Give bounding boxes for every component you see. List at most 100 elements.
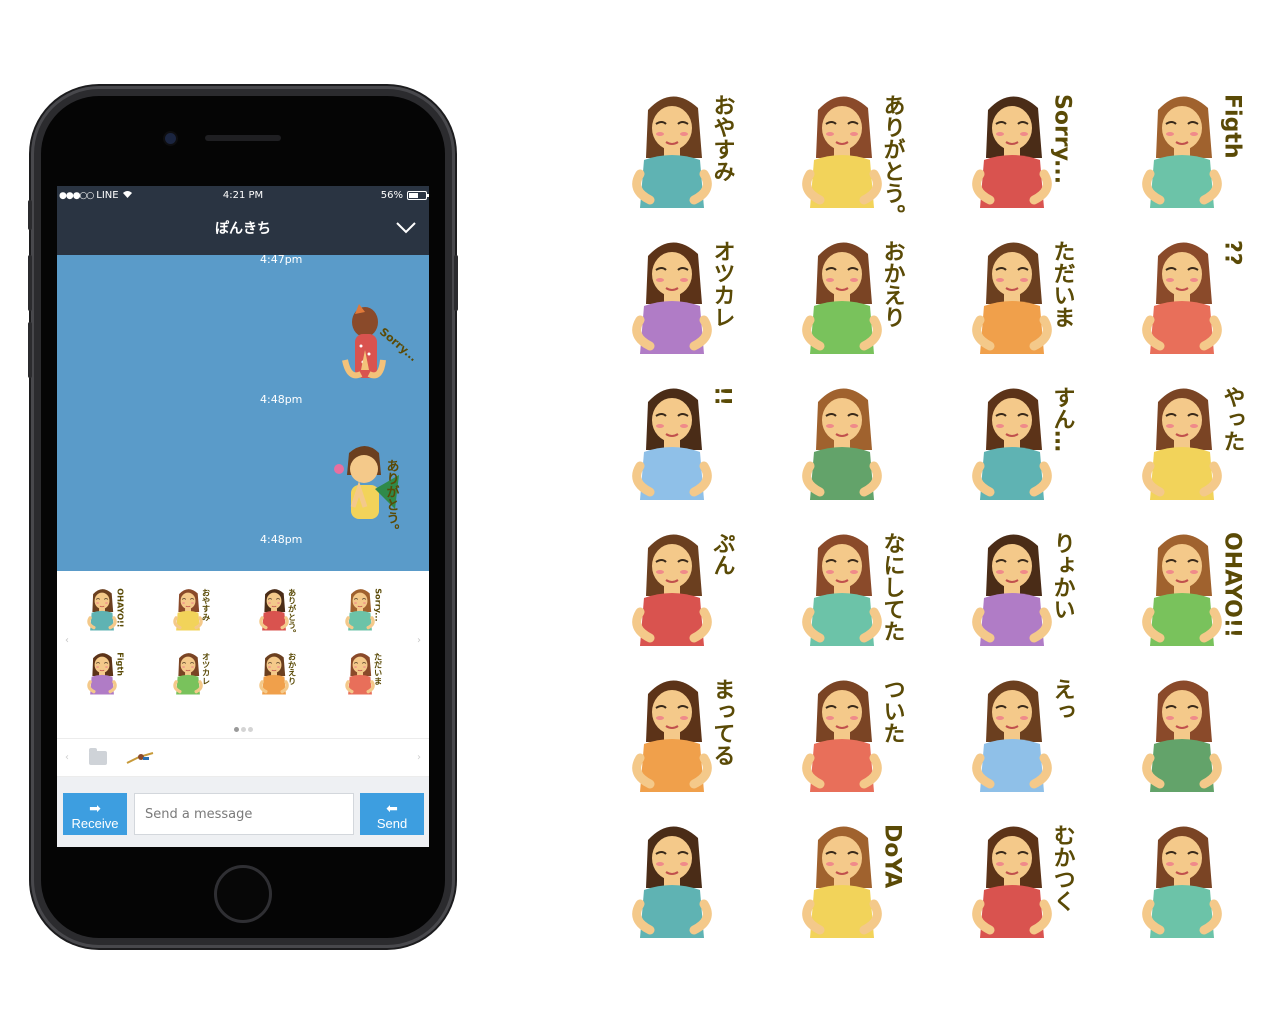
sticker: やった	[1120, 372, 1260, 512]
sticker-caption: OHAYO!!	[1220, 532, 1245, 638]
sticker-caption: Sorry...	[377, 325, 415, 364]
arrow-right-icon: ➡	[89, 799, 101, 816]
sticker-caption: ??	[1220, 240, 1245, 266]
sticker-thumbnail[interactable]: Figth	[77, 647, 133, 699]
sticker-caption: ありがとう。	[384, 459, 400, 535]
sticker-showcase-grid: おやすみ ありがとう。 Sorry... Figth オツカレ おかえり ただいま??!! す…	[610, 80, 1270, 960]
sticker: Sorry...	[950, 80, 1090, 220]
sticker	[610, 810, 750, 950]
sticker-caption: DoYA	[880, 824, 905, 888]
phone-screen: ●●●○○ LINE 4:21 PM 56% ぽんきち 4:47pm Sorry…	[57, 186, 429, 847]
home-button[interactable]	[214, 865, 272, 923]
sticker-caption: OHAYO!!	[116, 588, 126, 627]
sticker-caption: なにしてた	[880, 532, 905, 642]
sticker-thumbnail[interactable]: おやすみ	[163, 583, 219, 635]
sticker-message-sorry[interactable]: Sorry...	[325, 300, 420, 396]
chevron-right-icon[interactable]: ›	[417, 635, 421, 646]
sticker-thumbnail[interactable]: Sorry...	[335, 583, 391, 635]
sticker: Figth	[1120, 80, 1260, 220]
sticker: まってる	[610, 664, 750, 804]
send-button[interactable]: ⬅ Send	[360, 793, 424, 835]
sticker: DoYA	[780, 810, 920, 950]
sticker-caption: ついた	[880, 678, 905, 744]
sticker: ただいま	[950, 226, 1090, 366]
battery-icon	[407, 191, 429, 200]
sticker-caption: むかつく	[1050, 824, 1075, 912]
arrow-left-icon: ⬅	[386, 799, 398, 816]
sticker-caption: すん…	[1050, 386, 1075, 452]
status-bar: ●●●○○ LINE 4:21 PM 56%	[57, 186, 429, 206]
sticker-caption: まってる	[710, 678, 735, 766]
message-input[interactable]	[134, 793, 354, 835]
sticker-caption: ありがとう。	[287, 588, 298, 635]
sticker: えっ	[950, 664, 1090, 804]
chat-timeline[interactable]: 4:47pm Sorry... 4:48pm ありがとう。 4:48pm	[57, 253, 429, 571]
sticker: ついた	[780, 664, 920, 804]
sticker-caption: りょかい	[1050, 532, 1075, 620]
sticker-caption: えっ	[1050, 678, 1075, 722]
sticker-thumbnail[interactable]: OHAYO!!	[77, 583, 133, 635]
sticker-caption: !!	[710, 386, 735, 406]
sticker-thumbnail[interactable]: ありがとう。	[249, 583, 305, 637]
sticker-caption: Sorry...	[374, 588, 384, 621]
battery-fill	[409, 193, 418, 198]
sticker: OHAYO!!	[1120, 518, 1260, 658]
sticker: おかえり	[780, 226, 920, 366]
chat-title: ぽんきち	[215, 221, 271, 237]
message-timestamp: 4:47pm	[260, 253, 303, 266]
sticker-caption: ありがとう。	[880, 94, 905, 220]
battery-percent: 56%	[380, 190, 403, 201]
earpiece-speaker	[205, 135, 281, 141]
sticker: ありがとう。	[780, 80, 920, 220]
page-dot[interactable]	[247, 727, 253, 732]
sticker: なにしてた	[780, 518, 920, 658]
sticker-panel: ‹ › OHAYO!! おやすみ ありがとう。 Sorry... Figth オツカレ おか…	[57, 571, 429, 738]
chevron-left-icon[interactable]: ‹	[65, 752, 69, 763]
sticker-caption: ただいま	[1050, 240, 1075, 328]
sticker-thumbnail[interactable]: オツカレ	[163, 647, 219, 699]
sticker	[1120, 810, 1260, 950]
sticker-tab-icon[interactable]	[125, 749, 155, 767]
sticker-caption: おやすみ	[202, 588, 212, 622]
sticker-thumbnail[interactable]: ただいま	[335, 647, 391, 699]
sticker-thumbnail[interactable]: おかえり	[249, 647, 305, 699]
message-timestamp: 4:48pm	[260, 393, 303, 406]
page-dot[interactable]	[233, 727, 239, 732]
sticker-caption: Sorry...	[1050, 94, 1075, 184]
sticker: すん…	[950, 372, 1090, 512]
sticker: りょかい	[950, 518, 1090, 658]
sticker-caption: オツカレ	[202, 652, 212, 685]
volume-down-button	[28, 322, 32, 378]
front-camera	[165, 133, 176, 144]
sticker-caption: ぷん	[710, 532, 736, 576]
sticker-caption: おかえり	[880, 240, 905, 328]
sticker	[780, 372, 920, 512]
sticker-caption: やった	[1220, 386, 1246, 452]
sticker-caption: ただいま	[374, 652, 384, 685]
sticker-caption: おかえり	[287, 652, 298, 686]
mute-switch	[28, 200, 32, 230]
sticker: ぷん	[610, 518, 750, 658]
chevron-right-icon[interactable]: ›	[417, 752, 421, 763]
volume-up-button	[28, 255, 32, 311]
chevron-left-icon[interactable]: ‹	[65, 635, 69, 646]
page-indicator	[57, 717, 429, 736]
page-dot[interactable]	[240, 727, 246, 732]
sticker-caption: オツカレ	[710, 240, 735, 328]
sticker: !!	[610, 372, 750, 512]
sticker-message-thanks[interactable]: ありがとう。	[325, 439, 415, 537]
sticker: おやすみ	[610, 80, 750, 220]
message-input-area: ➡ Receive ⬅ Send	[57, 777, 429, 847]
sticker: むかつく	[950, 810, 1090, 950]
sticker-caption: おやすみ	[710, 94, 736, 182]
message-timestamp: 4:48pm	[260, 533, 303, 546]
chat-header: ぽんきち	[57, 206, 429, 255]
sticker-caption: Figth	[116, 652, 126, 676]
sticker: オツカレ	[610, 226, 750, 366]
clock: 4:21 PM	[222, 190, 264, 201]
sticker: ??	[1120, 226, 1260, 366]
receive-button[interactable]: ➡ Receive	[63, 793, 127, 835]
chevron-down-icon[interactable]	[396, 222, 416, 234]
folder-icon[interactable]	[89, 748, 107, 765]
sticker	[1120, 664, 1260, 804]
